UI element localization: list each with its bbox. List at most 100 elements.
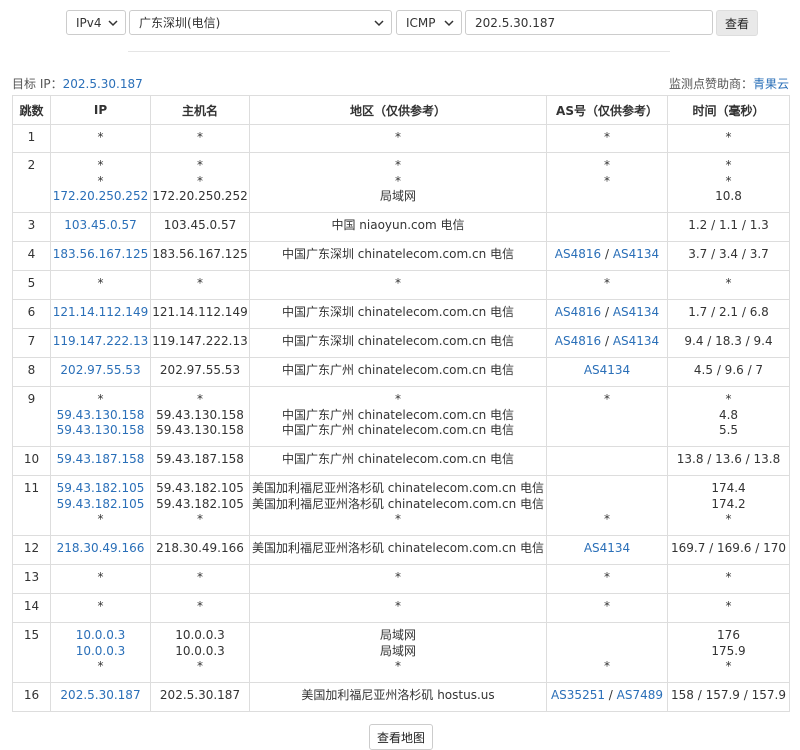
ip-address[interactable]: 202.5.30.187 (51, 688, 150, 704)
asn-link[interactable]: AS4816 (555, 247, 601, 261)
ip-address[interactable]: 121.14.112.149 (51, 305, 150, 321)
hostname: * (197, 599, 203, 613)
table-row: 16 202.5.30.187 202.5.30.187 美国加利福尼亚州洛杉矶 ho… (12, 682, 790, 712)
protocol-select[interactable]: ICMP (396, 10, 462, 35)
ip-address-cell: 121.14.112.149 (50, 299, 151, 329)
target-ip-link[interactable]: 202.5.30.187 (63, 77, 143, 91)
latency-cell: 158 / 157.9 / 157.9 (667, 682, 790, 712)
asn-link[interactable]: AS7489 (617, 688, 663, 702)
query-button[interactable]: 查看 (716, 10, 758, 36)
ip-address-cell: * (50, 593, 151, 623)
asn-line: AS4816 / AS4134 (554, 334, 660, 348)
ip-address[interactable]: 59.43.182.105 (51, 481, 150, 497)
asn-link[interactable]: AS4816 (555, 334, 601, 348)
asn-line: AS4816 / AS4134 (554, 305, 660, 319)
ip-address[interactable]: 10.0.0.3 (51, 628, 150, 644)
hostname: 218.30.49.166 (156, 541, 244, 555)
target-label: 目标 IP： (12, 77, 63, 91)
asn-link[interactable]: AS4134 (613, 334, 659, 348)
ip-address[interactable]: 10.0.0.3 (51, 644, 150, 660)
node-select[interactable]: 广东深圳(电信) (129, 10, 392, 35)
region-cell: * (249, 124, 547, 153)
hop-number: 8 (12, 357, 51, 387)
region-cell: 中国广东深圳 chinatelecom.com.cn 电信 (249, 299, 547, 329)
ip-address-cell: * 59.43.130.158 59.43.130.158 (50, 386, 151, 447)
ip-address: * (97, 512, 104, 526)
region-cell: 中国广东深圳 chinatelecom.com.cn 电信 (249, 241, 547, 271)
latency: * (725, 173, 732, 188)
asn-link: * (604, 570, 610, 584)
asn-cell: AS35251 / AS7489 (546, 682, 668, 712)
ip-address[interactable]: 59.43.182.105 (51, 497, 150, 513)
region: 中国广东广州 chinatelecom.com.cn 电信 (281, 452, 515, 466)
ip-address: * (97, 130, 104, 144)
asn-link[interactable]: AS4134 (613, 305, 659, 319)
asn-link[interactable]: AS4134 (584, 363, 630, 377)
asn-link: * (604, 392, 610, 406)
hostname-cell: 183.56.167.125 (150, 241, 250, 271)
hostname: 119.147.222.13 (152, 334, 248, 348)
hop-number: 7 (12, 328, 51, 358)
ip-address[interactable]: 218.30.49.166 (51, 541, 150, 557)
ip-address-cell: 202.97.55.53 (50, 357, 151, 387)
node-value: 广东深圳(电信) (139, 16, 221, 30)
asn-line: * (547, 512, 667, 528)
ip-address: * (97, 659, 104, 673)
asn-line (547, 644, 667, 660)
latency: 169.7 / 169.6 / 170 (671, 541, 786, 555)
target-input[interactable]: 202.5.30.187 (465, 10, 713, 35)
region-cell: 中国广东广州 chinatelecom.com.cn 电信 (249, 357, 547, 387)
asn-line: * (547, 276, 667, 292)
latency-cell: 1.7 / 2.1 / 6.8 (667, 299, 790, 329)
sponsor-label: 监测点赞助商： (668, 77, 753, 91)
asn-cell: AS4134 (546, 535, 668, 565)
asn-cell (546, 212, 668, 242)
asn-link[interactable]: AS4134 (584, 541, 630, 555)
ip-address[interactable]: 59.43.187.158 (51, 452, 150, 468)
ip-address[interactable]: 172.20.250.252 (51, 189, 150, 205)
header-host: 主机名 (150, 95, 250, 125)
ip-address[interactable]: 119.147.222.13 (51, 334, 150, 350)
hostname: * (197, 392, 203, 406)
hostname: * (197, 158, 203, 172)
hostname: 59.43.130.158 (156, 407, 244, 422)
view-map-button[interactable]: 查看地图 (369, 724, 433, 750)
asn-cell (546, 446, 668, 476)
sponsor-link[interactable]: 青果云 (753, 77, 789, 91)
ip-version-select[interactable]: IPv4 (66, 10, 126, 35)
hop-number: 13 (12, 564, 51, 594)
ip-address-cell: * * 172.20.250.252 (50, 152, 151, 213)
region-cell: * (249, 270, 547, 300)
latency: 1.2 / 1.1 / 1.3 (688, 218, 769, 232)
asn-cell: * (546, 124, 668, 153)
asn-line: * (547, 130, 667, 146)
target-input-value: 202.5.30.187 (475, 15, 556, 30)
region-cell: * (249, 564, 547, 594)
region: 中国广东深圳 chinatelecom.com.cn 电信 (281, 247, 515, 261)
latency: 176 (717, 628, 740, 642)
ip-address[interactable]: 103.45.0.57 (51, 218, 150, 234)
ip-address[interactable]: 202.97.55.53 (51, 363, 150, 379)
ip-address[interactable]: 59.43.130.158 (51, 408, 150, 424)
table-row: 9 * 59.43.130.158 59.43.130.158 * 59.43.130.1… (12, 386, 790, 447)
hostname: 103.45.0.57 (163, 218, 237, 232)
hop-number: 2 (12, 152, 51, 213)
asn-link[interactable]: AS4816 (555, 305, 601, 319)
ip-address[interactable]: 59.43.130.158 (51, 423, 150, 439)
latency: 9.4 / 18.3 / 9.4 (684, 334, 773, 348)
latency: 158 / 157.9 / 157.9 (671, 688, 786, 702)
hostname-cell: * (150, 593, 250, 623)
hostname: * (197, 512, 203, 526)
asn-link[interactable]: AS35251 (551, 688, 605, 702)
ip-address-cell: 119.147.222.13 (50, 328, 151, 358)
hostname: 183.56.167.125 (152, 247, 248, 261)
hostname: * (197, 659, 203, 673)
asn-line: * (547, 174, 667, 190)
ip-address[interactable]: 183.56.167.125 (51, 247, 150, 263)
asn-cell: * * (546, 152, 668, 213)
region: * (395, 392, 401, 406)
chevron-down-icon (374, 20, 384, 27)
hop-number: 10 (12, 446, 51, 476)
asn-link[interactable]: AS4134 (613, 247, 659, 261)
ip-address-cell: * (50, 270, 151, 300)
